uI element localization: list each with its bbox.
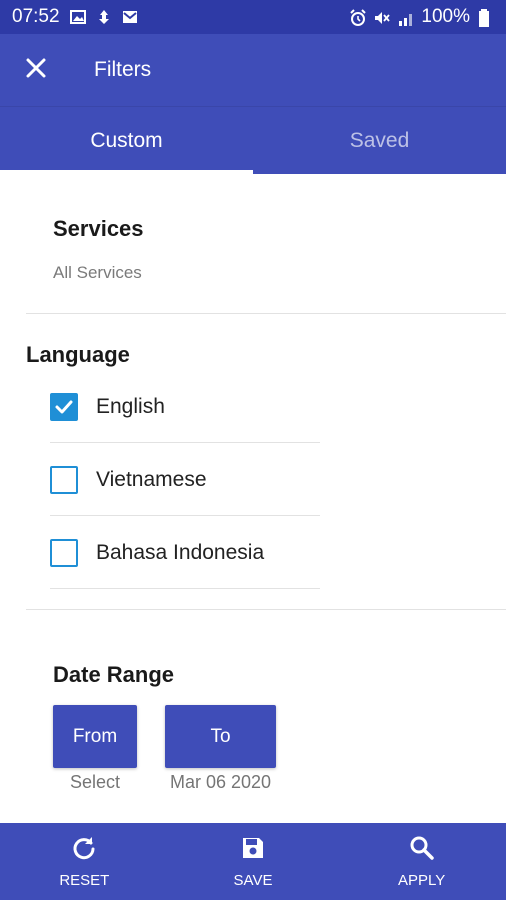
services-selector[interactable]: Services All Services bbox=[0, 200, 506, 300]
mute-icon bbox=[373, 9, 391, 25]
apply-label: APPLY bbox=[398, 871, 446, 889]
row-divider bbox=[50, 588, 320, 589]
tab-custom-label: Custom bbox=[90, 128, 163, 152]
signal-icon bbox=[397, 9, 413, 26]
services-value: All Services bbox=[53, 263, 142, 282]
tab-saved-label: Saved bbox=[349, 128, 410, 152]
tab-custom[interactable]: Custom bbox=[0, 107, 253, 174]
bahasa-indonesia-checkbox[interactable] bbox=[50, 538, 78, 567]
english-label: English bbox=[96, 394, 165, 418]
divider bbox=[26, 609, 506, 610]
divider bbox=[26, 313, 506, 314]
app-bar: Filters bbox=[0, 34, 506, 106]
to-date-label: To bbox=[210, 725, 231, 747]
english-checkbox[interactable] bbox=[50, 392, 78, 421]
app-icon bbox=[96, 9, 112, 25]
status-time: 07:52 bbox=[12, 6, 60, 27]
date-range-title: Date Range bbox=[53, 662, 175, 687]
vietnamese-checkbox[interactable] bbox=[50, 465, 78, 494]
page-title: Filters bbox=[94, 58, 152, 81]
image-icon bbox=[69, 9, 86, 25]
to-date-button[interactable]: To bbox=[165, 705, 276, 768]
from-date-value: Select bbox=[69, 772, 121, 792]
language-option-bahasa-indonesia[interactable]: Bahasa Indonesia bbox=[50, 516, 320, 589]
from-date-label: From bbox=[72, 725, 118, 747]
vietnamese-label: Vietnamese bbox=[96, 467, 207, 491]
search-icon bbox=[409, 835, 435, 866]
close-icon bbox=[25, 57, 47, 84]
reset-button[interactable]: RESET bbox=[0, 823, 169, 900]
battery-icon bbox=[478, 9, 494, 27]
services-title: Services bbox=[53, 216, 144, 241]
language-title: Language bbox=[26, 342, 130, 367]
save-button[interactable]: SAVE bbox=[169, 823, 338, 900]
from-date-button[interactable]: From bbox=[53, 705, 137, 768]
apply-button[interactable]: APPLY bbox=[337, 823, 506, 900]
tab-bar: Custom Saved bbox=[0, 106, 506, 174]
reset-label: RESET bbox=[59, 871, 110, 889]
refresh-icon bbox=[71, 835, 97, 866]
mail-icon bbox=[122, 9, 138, 25]
bottom-action-bar: RESET SAVE APPLY bbox=[0, 823, 506, 900]
language-option-english[interactable]: English bbox=[50, 370, 320, 443]
language-option-vietnamese[interactable]: Vietnamese bbox=[50, 443, 320, 516]
save-label: SAVE bbox=[233, 871, 273, 889]
check-icon bbox=[55, 400, 73, 413]
to-date-value: Mar 06 2020 bbox=[169, 772, 272, 792]
alarm-icon bbox=[349, 9, 367, 26]
status-bar: 07:52 100% bbox=[0, 0, 506, 34]
bahasa-indonesia-label: Bahasa Indonesia bbox=[96, 540, 265, 564]
tab-saved[interactable]: Saved bbox=[253, 107, 506, 174]
save-icon bbox=[240, 835, 266, 866]
battery-percentage: 100% bbox=[421, 6, 470, 27]
close-button[interactable] bbox=[0, 34, 72, 106]
